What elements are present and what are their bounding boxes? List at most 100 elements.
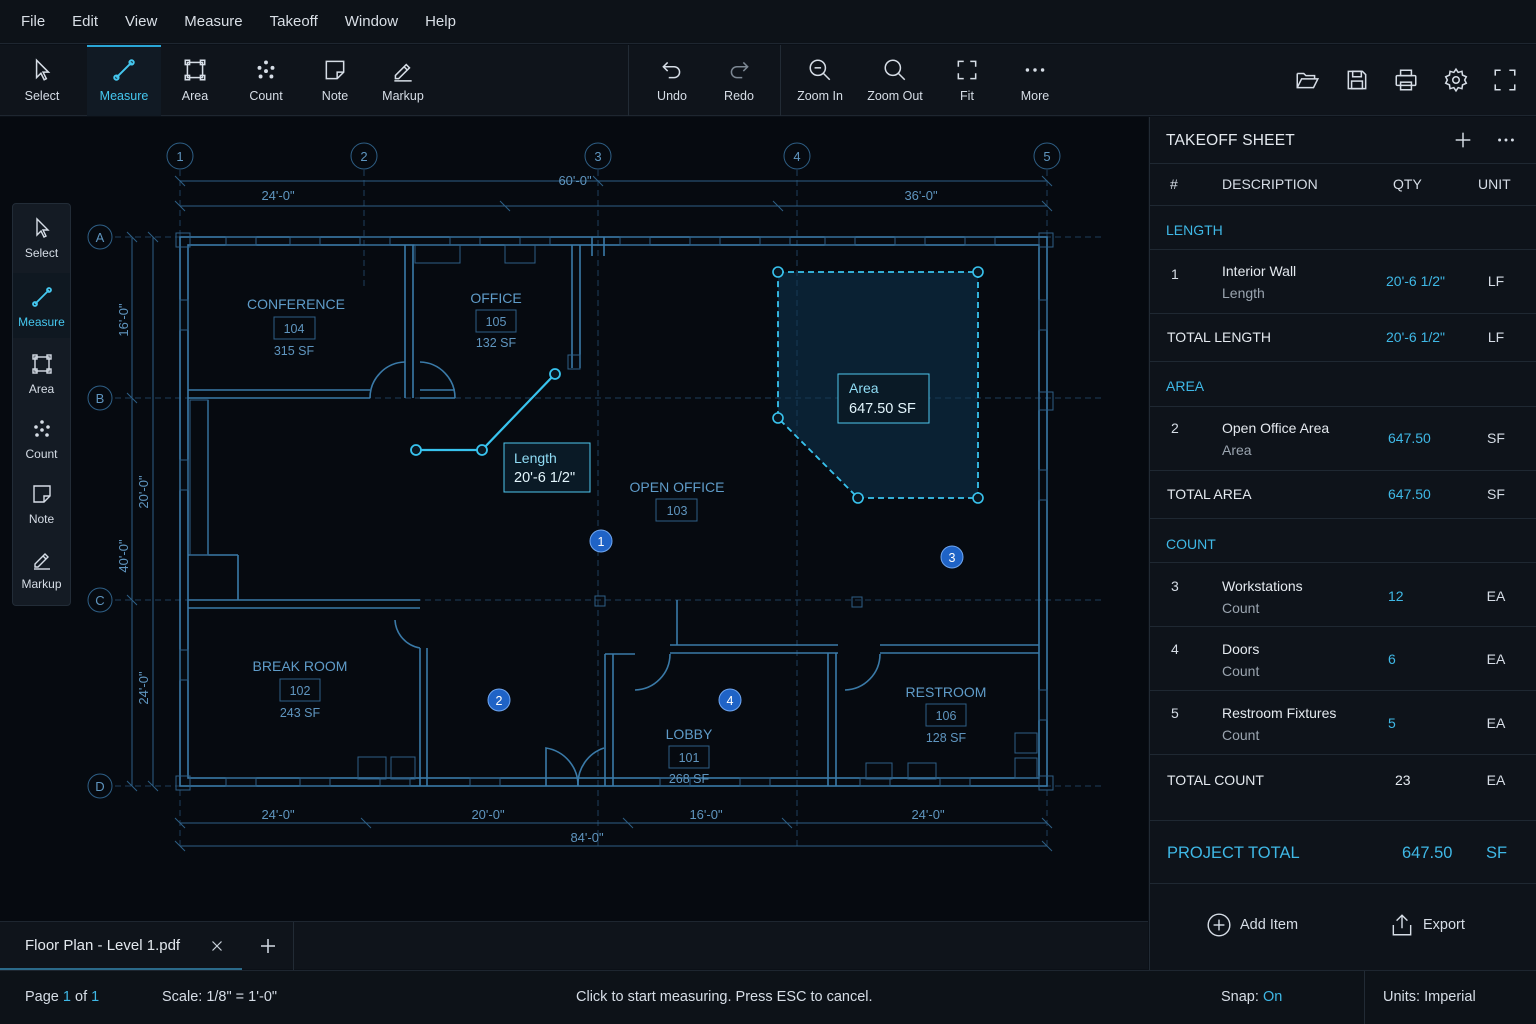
markup-tool-button[interactable]: Markup [376, 45, 430, 116]
menu-view[interactable]: View [125, 13, 157, 30]
select-tool-label: Select [24, 89, 60, 103]
status-divider [1364, 971, 1365, 1024]
export-button[interactable]: Export [1389, 912, 1465, 938]
page-prefix: Page [25, 989, 59, 1005]
grid-label: B [96, 391, 105, 406]
more-dots-icon[interactable] [1495, 129, 1517, 151]
room-number-conference: 104 [284, 322, 305, 336]
zoom-out-button[interactable]: Zoom Out [864, 45, 926, 116]
area-tool-label: Area [181, 89, 209, 103]
menu-file[interactable]: File [21, 13, 45, 30]
undo-icon [662, 61, 681, 79]
length-measurement[interactable]: Length 20'-6 1/2" [410, 368, 591, 493]
status-bar: Page 1 of 1 Scale: 1/8" = 1'-0" Click to… [0, 970, 1536, 1024]
dim-bottom-d: 24'-0" [911, 807, 945, 822]
length-line[interactable] [416, 373, 556, 452]
grid-label: 5 [1043, 149, 1050, 164]
row-number: 1 [1171, 266, 1179, 282]
dim-bottom-overall: 84'-0" [570, 830, 604, 845]
open-folder-icon[interactable] [1294, 67, 1320, 93]
count-dots-icon [33, 420, 50, 437]
palette-select-button[interactable]: Select [13, 204, 70, 269]
toolbar: Select Measure Area Count Note Markup Un… [0, 45, 1536, 116]
dim-bottom-b: 20'-0" [471, 807, 505, 822]
select-tool-button[interactable]: Select [12, 45, 72, 116]
panel-footer: Add Item Export [1150, 883, 1536, 970]
menu-takeoff[interactable]: Takeoff [270, 13, 318, 30]
grid-label: C [95, 593, 104, 608]
dim-top-overall: 60'-0" [558, 173, 592, 188]
pointer-icon [35, 58, 51, 81]
more-button[interactable]: More [1012, 45, 1058, 116]
row-qty: 5 [1388, 715, 1396, 731]
palette-count-label: Count [25, 447, 58, 461]
floor-plan-drawing[interactable]: 1 2 3 4 5 A B C D 60'-0" 24'-0" 36'-0" 2… [0, 117, 1148, 921]
measure-tool-button[interactable]: Measure [87, 45, 161, 116]
count-tool-button[interactable]: Count [240, 45, 292, 116]
menu-edit[interactable]: Edit [72, 13, 98, 30]
row-unit: EA [1486, 588, 1506, 604]
row-description: Workstations [1222, 578, 1303, 594]
room-name-break-room: BREAK ROOM [253, 658, 348, 674]
room-number-restroom: 106 [936, 709, 957, 723]
row-qty: 647.50 [1388, 430, 1431, 446]
redo-button[interactable]: Redo [716, 45, 762, 116]
fullscreen-icon[interactable] [1492, 67, 1518, 93]
palette-measure-button[interactable]: Measure [13, 273, 70, 338]
column-header-unit: UNIT [1478, 176, 1511, 192]
units-selector[interactable]: Units: Imperial [1383, 989, 1476, 1005]
redo-label: Redo [724, 89, 754, 103]
menu-window[interactable]: Window [345, 13, 398, 30]
page-current: 1 [62, 989, 71, 1005]
undo-label: Undo [657, 89, 687, 103]
document-tab[interactable]: Floor Plan - Level 1.pdf [0, 922, 242, 970]
divider [1150, 626, 1536, 627]
palette-area-button[interactable]: Area [13, 340, 70, 405]
document-tab-bar: Floor Plan - Level 1.pdf [0, 921, 1148, 970]
total-length-label: TOTAL LENGTH [1167, 329, 1271, 345]
plus-icon[interactable] [1452, 129, 1474, 151]
settings-gear-icon[interactable] [1443, 67, 1469, 93]
grid-label: 1 [176, 149, 183, 164]
row-qty: 6 [1388, 651, 1396, 667]
zoom-out-label: Zoom Out [867, 89, 923, 103]
units-value: Imperial [1424, 989, 1476, 1005]
room-name-restroom: RESTROOM [906, 684, 987, 700]
palette-note-button[interactable]: Note [13, 470, 70, 535]
row-type: Count [1222, 663, 1260, 679]
section-area: AREA [1166, 378, 1205, 394]
note-tool-button[interactable]: Note [310, 45, 360, 116]
length-callout-label: Length [514, 450, 557, 466]
fit-button[interactable]: Fit [947, 45, 987, 116]
count-markers[interactable]: 1 2 3 4 [487, 529, 964, 712]
markup-tool-label: Markup [382, 89, 424, 103]
close-icon[interactable] [208, 937, 226, 955]
save-icon[interactable] [1344, 67, 1370, 93]
snap-toggle[interactable]: Snap: On [1221, 989, 1282, 1005]
scale-value: 1/8" = 1'-0" [206, 989, 278, 1005]
room-name-office: OFFICE [470, 290, 521, 306]
grid-label: 4 [793, 149, 800, 164]
print-icon[interactable] [1393, 67, 1419, 93]
add-tab-icon[interactable] [256, 934, 280, 958]
palette-markup-button[interactable]: Markup [13, 535, 70, 600]
menu-help[interactable]: Help [425, 13, 456, 30]
length-vertices[interactable] [410, 368, 561, 456]
count-marker-label: 4 [727, 694, 734, 708]
row-qty: 20'-6 1/2" [1386, 273, 1446, 289]
menu-bar: File Edit View Measure Takeoff Window He… [0, 0, 1536, 44]
grid-label: 3 [594, 149, 601, 164]
export-upload-icon [1392, 914, 1412, 936]
drawing-canvas[interactable]: 1 2 3 4 5 A B C D 60'-0" 24'-0" 36'-0" 2… [0, 117, 1148, 921]
divider [1150, 820, 1536, 821]
area-measurement[interactable]: Area 647.50 SF [772, 266, 984, 504]
undo-button[interactable]: Undo [648, 45, 696, 116]
area-tool-button[interactable]: Area [170, 45, 220, 116]
zoom-in-button[interactable]: Zoom In [792, 45, 848, 116]
dim-left-a: 16'-0" [116, 303, 131, 337]
row-number: 2 [1171, 420, 1179, 436]
palette-count-button[interactable]: Count [13, 405, 70, 470]
add-item-button[interactable]: Add Item [1206, 912, 1298, 938]
dim-bottom-c: 16'-0" [689, 807, 723, 822]
menu-measure[interactable]: Measure [184, 13, 242, 30]
